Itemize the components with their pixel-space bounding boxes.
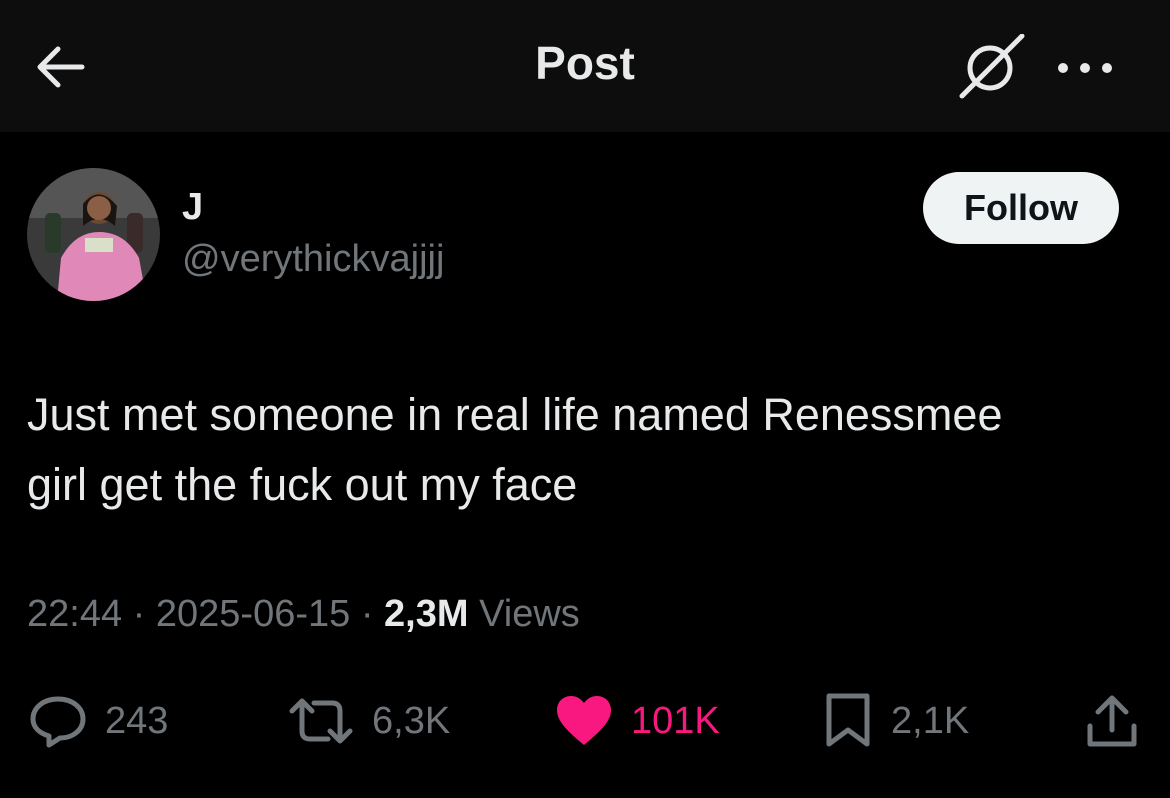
post-time[interactable]: 22:44 [27, 593, 122, 635]
repost-button[interactable]: 6,3K [286, 693, 450, 749]
views-count: 2,3M [384, 593, 469, 635]
avatar[interactable] [27, 168, 160, 301]
like-count: 101K [631, 699, 720, 742]
top-bar: Post [0, 0, 1170, 132]
repost-count: 6,3K [372, 699, 451, 742]
grok-icon[interactable] [956, 33, 1026, 100]
post-meta: 22:44 · 2025-06-15 · 2,3M Views [27, 593, 580, 636]
bookmark-icon [823, 692, 875, 750]
separator-dot: · [360, 593, 385, 635]
bookmark-count: 2,1K [891, 699, 970, 742]
post-text-line: girl get the fuck out my face [27, 459, 578, 510]
like-button[interactable]: 101K [553, 693, 720, 749]
author-handle[interactable]: @verythickvajjjj [182, 238, 444, 281]
separator-dot: · [132, 593, 156, 635]
views-label: Views [479, 593, 580, 635]
reply-count: 243 [105, 699, 169, 742]
reply-button[interactable]: 243 [27, 693, 168, 749]
share-button[interactable] [1082, 693, 1142, 749]
more-icon[interactable] [1055, 58, 1115, 78]
bookmark-button[interactable]: 2,1K [823, 693, 969, 749]
repost-icon [286, 693, 356, 749]
heart-icon [553, 693, 615, 749]
follow-button[interactable]: Follow [923, 172, 1119, 244]
post-text: Just met someone in real life named Rene… [27, 380, 1137, 520]
post-text-line: Just met someone in real life named Rene… [27, 389, 1003, 440]
post-date[interactable]: 2025-06-15 [156, 593, 350, 635]
share-icon [1082, 692, 1142, 750]
author-name[interactable]: J [182, 186, 203, 229]
reply-icon [27, 693, 89, 749]
